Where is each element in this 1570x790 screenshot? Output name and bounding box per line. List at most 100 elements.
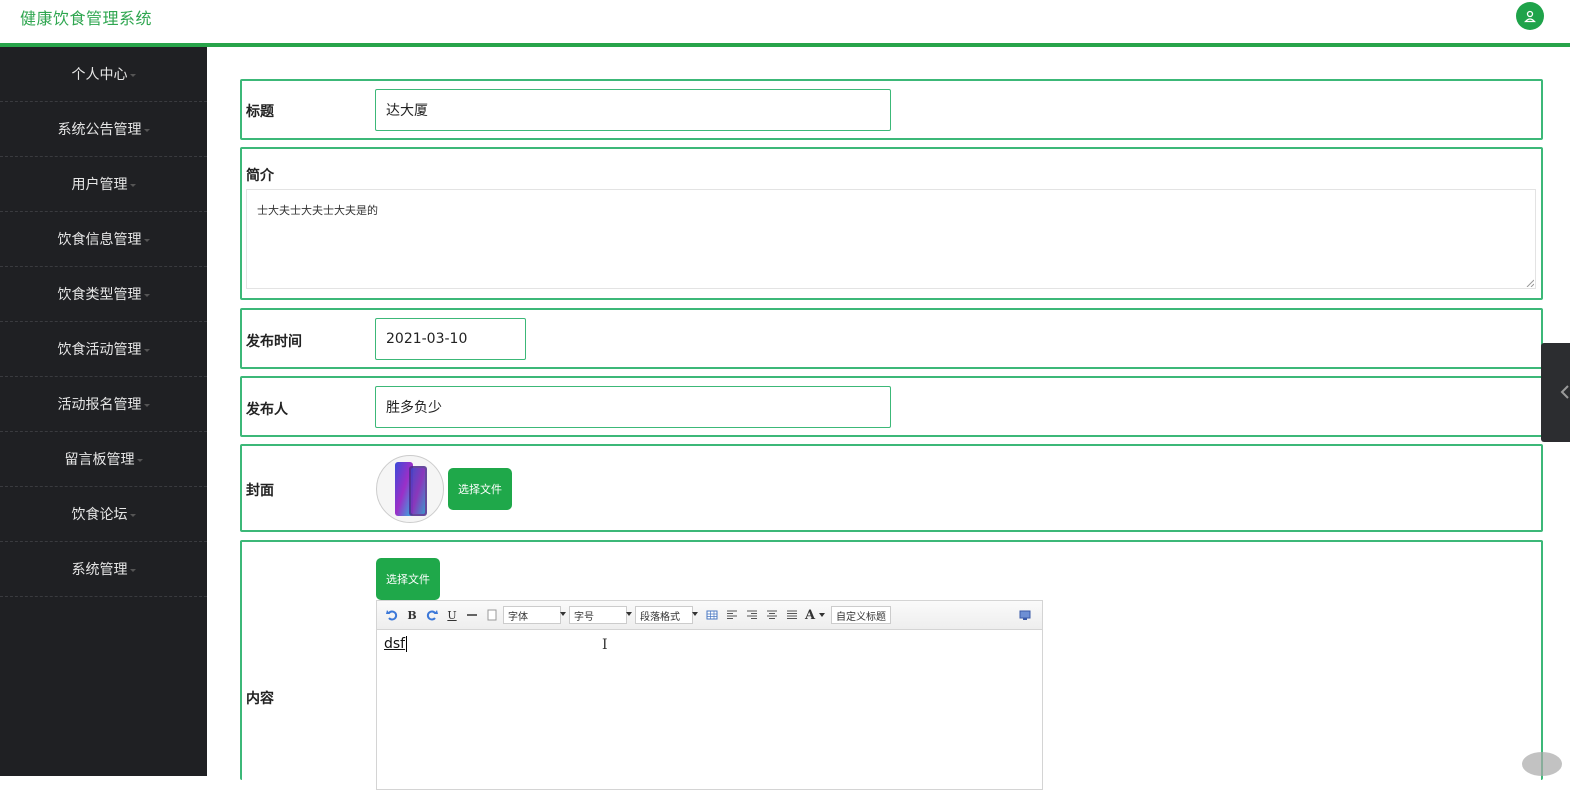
sidebar-item-diet-activities[interactable]: 饮食活动管理 bbox=[0, 322, 207, 377]
rich-text-editor: B U 字体 字号 段落格式 A 自定义标题 dsf I bbox=[376, 600, 1043, 790]
align-center-icon bbox=[767, 610, 777, 619]
sidebar-item-users[interactable]: 用户管理 bbox=[0, 157, 207, 212]
dropdown-arrow-icon bbox=[819, 613, 825, 617]
editor-text: dsf bbox=[384, 636, 406, 652]
editor-toolbar: B U 字体 字号 段落格式 A 自定义标题 bbox=[377, 601, 1042, 630]
undo-icon bbox=[386, 610, 398, 621]
custom-title-select[interactable]: 自定义标题 bbox=[831, 606, 891, 624]
dropdown-arrow-icon bbox=[560, 612, 566, 616]
top-header: 健康饮食管理系统 bbox=[0, 0, 1570, 47]
sidebar-item-label: 活动报名管理 bbox=[57, 397, 142, 413]
publish-time-label: 发布时间 bbox=[246, 334, 302, 350]
side-drawer-tab[interactable] bbox=[1541, 343, 1570, 442]
chevron-down-icon bbox=[129, 568, 136, 572]
chevron-down-icon bbox=[143, 403, 150, 407]
chevron-down-icon bbox=[143, 348, 150, 352]
align-justify-icon bbox=[787, 610, 797, 619]
cover-choose-file-button[interactable]: 选择文件 bbox=[448, 468, 512, 510]
paste-button[interactable] bbox=[483, 606, 501, 624]
align-right-button[interactable] bbox=[743, 606, 761, 624]
paragraph-format-select[interactable]: 段落格式 bbox=[635, 606, 698, 624]
undo-button[interactable] bbox=[383, 606, 401, 624]
sidebar-item-label: 饮食论坛 bbox=[71, 507, 128, 523]
cover-label: 封面 bbox=[246, 483, 274, 499]
content-choose-file-button[interactable]: 选择文件 bbox=[376, 558, 440, 600]
sidebar-item-diet-info[interactable]: 饮食信息管理 bbox=[0, 212, 207, 267]
intro-textarea[interactable]: 士大夫士大夫士大夫是的 bbox=[246, 189, 1536, 289]
align-left-button[interactable] bbox=[723, 606, 741, 624]
chevron-down-icon bbox=[129, 513, 136, 517]
publisher-label: 发布人 bbox=[246, 402, 288, 418]
document-icon bbox=[487, 609, 497, 621]
horizontal-rule-icon bbox=[467, 614, 477, 616]
font-size-select[interactable]: 字号 bbox=[569, 606, 632, 624]
align-justify-button[interactable] bbox=[783, 606, 801, 624]
i-beam-cursor-icon: I bbox=[602, 637, 608, 653]
align-center-button[interactable] bbox=[763, 606, 781, 624]
sidebar-item-message-board[interactable]: 留言板管理 bbox=[0, 432, 207, 487]
editor-content-area[interactable]: dsf bbox=[377, 630, 1042, 658]
monitor-icon bbox=[1019, 610, 1031, 620]
sidebar-item-label: 饮食活动管理 bbox=[57, 342, 142, 358]
title-input[interactable]: 达大厦 bbox=[375, 89, 891, 131]
font-size-value: 字号 bbox=[574, 611, 594, 623]
font-family-value: 字体 bbox=[508, 611, 528, 623]
sidebar-item-label: 系统管理 bbox=[71, 562, 128, 578]
title-row: 标题 达大厦 bbox=[240, 79, 1543, 140]
horizontal-rule-button[interactable] bbox=[463, 606, 481, 624]
chevron-down-icon bbox=[136, 458, 143, 462]
cover-image bbox=[376, 455, 444, 523]
align-left-icon bbox=[727, 610, 737, 619]
content-label: 内容 bbox=[246, 691, 274, 707]
dropdown-arrow-icon bbox=[890, 612, 891, 616]
text-cursor bbox=[406, 636, 408, 652]
custom-title-value: 自定义标题 bbox=[836, 611, 886, 623]
font-color-button[interactable]: A bbox=[803, 606, 817, 624]
sidebar-item-announcements[interactable]: 系统公告管理 bbox=[0, 102, 207, 157]
dropdown-arrow-icon bbox=[692, 612, 698, 616]
chevron-down-icon bbox=[129, 73, 136, 77]
align-right-icon bbox=[747, 610, 757, 619]
sidebar-item-diet-forum[interactable]: 饮食论坛 bbox=[0, 487, 207, 542]
app-title: 健康饮食管理系统 bbox=[20, 9, 153, 28]
intro-text: 士大夫士大夫士大夫是的 bbox=[257, 204, 378, 217]
dropdown-arrow-icon bbox=[626, 612, 632, 616]
publish-time-input[interactable]: 2021-03-10 bbox=[375, 318, 526, 360]
sidebar-nav: 个人中心 系统公告管理 用户管理 饮食信息管理 饮食类型管理 饮食活动管理 活动… bbox=[0, 47, 207, 776]
font-family-select[interactable]: 字体 bbox=[503, 606, 566, 624]
intro-row: 简介 士大夫士大夫士大夫是的 bbox=[240, 147, 1543, 300]
publish-time-row: 发布时间 2021-03-10 bbox=[240, 308, 1543, 369]
sidebar-item-system[interactable]: 系统管理 bbox=[0, 542, 207, 597]
user-icon bbox=[1524, 10, 1536, 23]
redo-icon bbox=[426, 610, 438, 621]
bold-button[interactable]: B bbox=[403, 606, 421, 624]
fullscreen-button[interactable] bbox=[1016, 606, 1034, 624]
table-icon bbox=[706, 610, 718, 620]
sidebar-item-label: 系统公告管理 bbox=[57, 122, 142, 138]
chevron-down-icon bbox=[129, 183, 136, 187]
sidebar-item-personal-center[interactable]: 个人中心 bbox=[0, 47, 207, 102]
intro-label: 简介 bbox=[246, 168, 274, 184]
publisher-row: 发布人 胜多负少 bbox=[240, 376, 1543, 437]
publisher-input[interactable]: 胜多负少 bbox=[375, 386, 891, 428]
chevron-down-icon bbox=[143, 238, 150, 242]
title-label: 标题 bbox=[246, 104, 274, 120]
sidebar-item-label: 留言板管理 bbox=[64, 452, 135, 468]
insert-table-button[interactable] bbox=[703, 606, 721, 624]
underline-button[interactable]: U bbox=[443, 606, 461, 624]
content-row: 内容 选择文件 B U 字体 字号 段落格式 A 自定义标题 dsf I bbox=[240, 540, 1543, 790]
resize-handle-icon[interactable] bbox=[1526, 279, 1534, 287]
sidebar-item-activity-signup[interactable]: 活动报名管理 bbox=[0, 377, 207, 432]
chevron-down-icon bbox=[143, 293, 150, 297]
sidebar-item-label: 个人中心 bbox=[71, 67, 128, 83]
redo-button[interactable] bbox=[423, 606, 441, 624]
sidebar-item-diet-types[interactable]: 饮食类型管理 bbox=[0, 267, 207, 322]
chevron-down-icon bbox=[143, 128, 150, 132]
sidebar-item-label: 用户管理 bbox=[71, 177, 128, 193]
chevron-left-icon bbox=[1560, 385, 1569, 399]
user-avatar-button[interactable] bbox=[1516, 2, 1544, 30]
sidebar-item-label: 饮食类型管理 bbox=[57, 287, 142, 303]
sidebar-item-label: 饮食信息管理 bbox=[57, 232, 142, 248]
floating-widget[interactable] bbox=[1522, 752, 1562, 776]
cover-row: 封面 选择文件 bbox=[240, 444, 1543, 532]
